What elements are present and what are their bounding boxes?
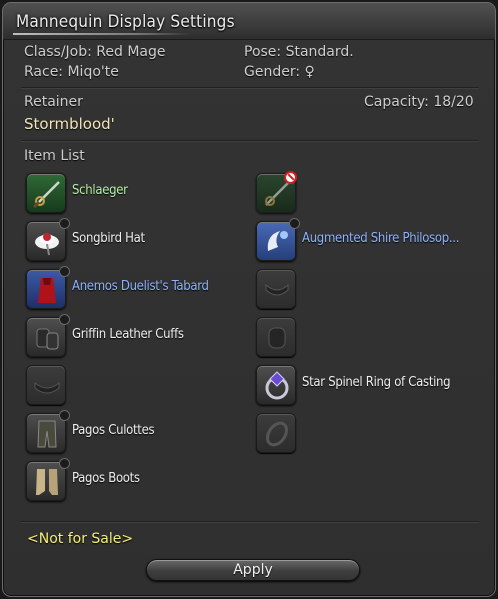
prohibited-icon	[284, 171, 297, 184]
title-underline	[13, 33, 191, 35]
race-label: Race: Miqo'te	[24, 64, 119, 80]
retainer-name: Stormblood'	[24, 115, 115, 133]
title-bar[interactable]: Mannequin Display Settings	[3, 3, 495, 40]
item-slot-ring-1[interactable]: Star Spinel Ring of Casting	[256, 365, 486, 409]
dye-indicator	[59, 266, 70, 277]
item-slot-head[interactable]: Songbird Hat	[26, 218, 256, 265]
item-slot-hands[interactable]: Griffin Leather Cuffs	[26, 314, 256, 361]
mannequin-settings-window: Mannequin Display Settings Class/Job: Re…	[2, 2, 496, 597]
item-slot-earrings[interactable]: Augmented Shire Philosop...	[256, 218, 486, 265]
item-slot-legs[interactable]: Pagos Culottes	[26, 410, 256, 457]
item-name: Schlaeger	[72, 183, 128, 198]
pose-label: Pose: Standard.	[244, 44, 354, 60]
bracelet-slot-icon	[256, 317, 296, 357]
item-name: Augmented Shire Philosop...	[302, 231, 460, 246]
item-slot-main-hand[interactable]: Schlaeger	[26, 173, 256, 217]
necklace-slot-icon	[256, 269, 296, 309]
dye-indicator	[59, 458, 70, 469]
dye-indicator	[59, 410, 70, 421]
belt-slot-icon	[26, 365, 66, 405]
item-name: Griffin Leather Cuffs	[72, 327, 184, 342]
ring-icon	[256, 365, 296, 405]
item-name: Pagos Culottes	[72, 423, 155, 438]
item-slot-bracelet[interactable]	[256, 317, 486, 361]
gender-label: Gender: ♀	[244, 64, 315, 80]
class-job-label: Class/Job: Red Mage	[24, 44, 166, 60]
divider	[21, 87, 479, 89]
retainer-label: Retainer	[24, 94, 83, 110]
capacity-label: Capacity: 18/20	[364, 94, 474, 110]
divider	[21, 140, 479, 142]
dye-indicator	[59, 218, 70, 229]
item-slot-off-hand[interactable]	[256, 171, 486, 217]
divider	[21, 521, 479, 523]
item-name: Songbird Hat	[72, 231, 145, 246]
apply-button[interactable]: Apply	[146, 559, 360, 581]
rapier-icon	[26, 173, 66, 213]
dye-indicator	[289, 218, 300, 229]
item-name: Pagos Boots	[72, 471, 140, 486]
item-name: Anemos Duelist's Tabard	[72, 279, 209, 294]
item-slot-body[interactable]: Anemos Duelist's Tabard	[26, 266, 256, 313]
item-list-label: Item List	[24, 148, 85, 164]
sale-status: <Not for Sale>	[27, 531, 134, 547]
item-slot-necklace[interactable]	[256, 269, 486, 313]
ring-slot-icon	[256, 413, 296, 453]
dye-indicator	[59, 314, 70, 325]
item-slot-ring-2[interactable]	[256, 413, 486, 457]
window-title: Mannequin Display Settings	[16, 12, 235, 32]
item-slot-waist[interactable]	[26, 365, 256, 409]
item-slot-feet[interactable]: Pagos Boots	[26, 458, 256, 505]
item-name: Star Spinel Ring of Casting	[302, 375, 451, 390]
